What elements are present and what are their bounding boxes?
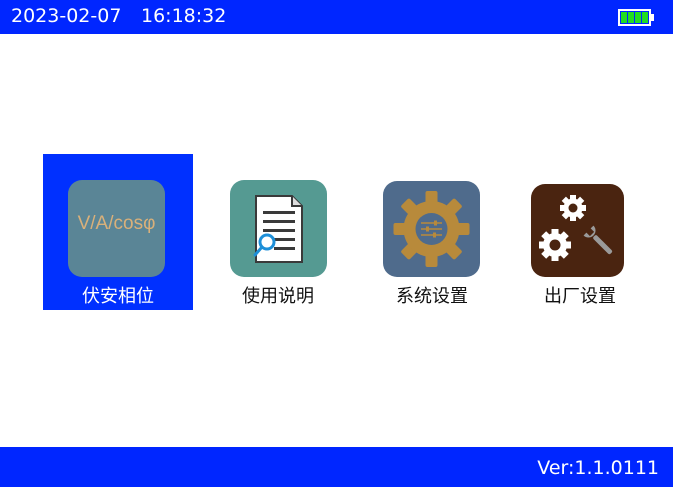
menu-item-manual[interactable]: 使用说明 [220, 154, 336, 310]
document-search-icon [230, 180, 327, 277]
version-label: Ver:1.1.0111 [537, 457, 659, 479]
vac-phase-icon-text: V/A/cosφ [77, 213, 156, 234]
gear-icon [383, 181, 480, 277]
time-display: 16:18:32 [141, 5, 227, 27]
status-bar: 2023-02-07 16:18:32 [0, 0, 673, 34]
menu-item-label: 伏安相位 [82, 286, 154, 307]
menu-item-label: 使用说明 [242, 286, 314, 307]
menu-item-label: 出厂设置 [544, 286, 616, 307]
gears-wrench-icon [531, 184, 624, 277]
menu-item-factory-settings[interactable]: 出厂设置 [522, 154, 638, 310]
footer-bar: Ver:1.1.0111 [0, 447, 673, 487]
menu-item-vac-phase[interactable]: V/A/cosφ 伏安相位 [43, 154, 193, 310]
menu-item-label: 系统设置 [396, 286, 468, 307]
menu-item-system-settings[interactable]: 系统设置 [374, 154, 490, 310]
date-display: 2023-02-07 [11, 5, 122, 27]
vac-phase-icon: V/A/cosφ [68, 180, 165, 277]
battery-full-icon [618, 9, 654, 26]
